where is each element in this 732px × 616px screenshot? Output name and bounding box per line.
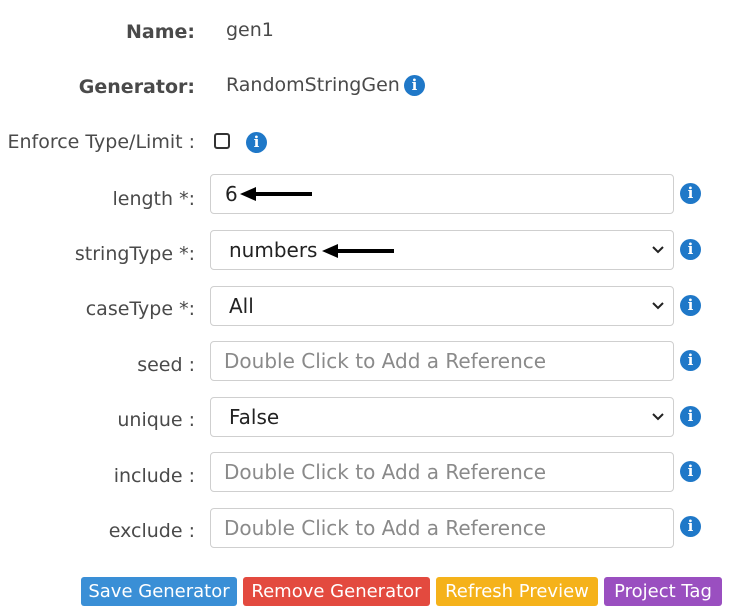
exclude-placeholder: Double Click to Add a Reference [224,516,547,540]
exclude-info-icon[interactable]: i [680,516,701,537]
stringtype-label: stringType *: [74,243,195,265]
name-value: gen1 [226,19,274,41]
seed-placeholder: Double Click to Add a Reference [224,349,547,373]
casetype-select[interactable]: All [210,286,674,326]
unique-label: unique : [117,409,195,431]
stringtype-info-icon[interactable]: i [680,239,701,260]
project-tag-button[interactable]: Project Tag [604,577,722,606]
save-generator-button[interactable]: Save Generator [81,577,237,606]
enforce-info-icon[interactable]: i [246,132,267,153]
length-arrow-icon [240,187,312,201]
seed-info-icon[interactable]: i [680,350,701,371]
generator-value: RandomStringGen [226,74,400,96]
exclude-label: exclude : [108,520,195,542]
unique-info-icon[interactable]: i [680,406,701,427]
include-info-icon[interactable]: i [680,461,701,482]
length-label: length *: [112,188,195,210]
exclude-input[interactable]: Double Click to Add a Reference [210,508,674,548]
generator-label: Generator: [78,76,195,98]
seed-input[interactable]: Double Click to Add a Reference [210,341,674,381]
chevron-down-icon [652,246,664,254]
remove-generator-button[interactable]: Remove Generator [243,577,430,606]
stringtype-select[interactable]: numbers [210,230,674,270]
length-info-icon[interactable]: i [680,183,701,204]
chevron-down-icon [652,302,664,310]
casetype-info-icon[interactable]: i [680,295,701,316]
generator-info-icon[interactable]: i [404,75,425,96]
stringtype-value: numbers [229,238,318,262]
stringtype-arrow-icon [322,244,394,258]
include-placeholder: Double Click to Add a Reference [224,460,547,484]
unique-value: False [229,405,280,429]
enforce-checkbox[interactable] [214,133,230,149]
chevron-down-icon [652,413,664,421]
casetype-value: All [229,294,254,318]
refresh-preview-button[interactable]: Refresh Preview [436,577,598,606]
casetype-label: caseType *: [85,298,195,320]
enforce-label: Enforce Type/Limit : [7,131,195,153]
seed-label: seed : [137,354,195,376]
length-value: 6 [225,182,238,206]
include-input[interactable]: Double Click to Add a Reference [210,452,674,492]
include-label: include : [113,465,195,487]
name-label: Name: [125,21,195,43]
unique-select[interactable]: False [210,397,674,437]
